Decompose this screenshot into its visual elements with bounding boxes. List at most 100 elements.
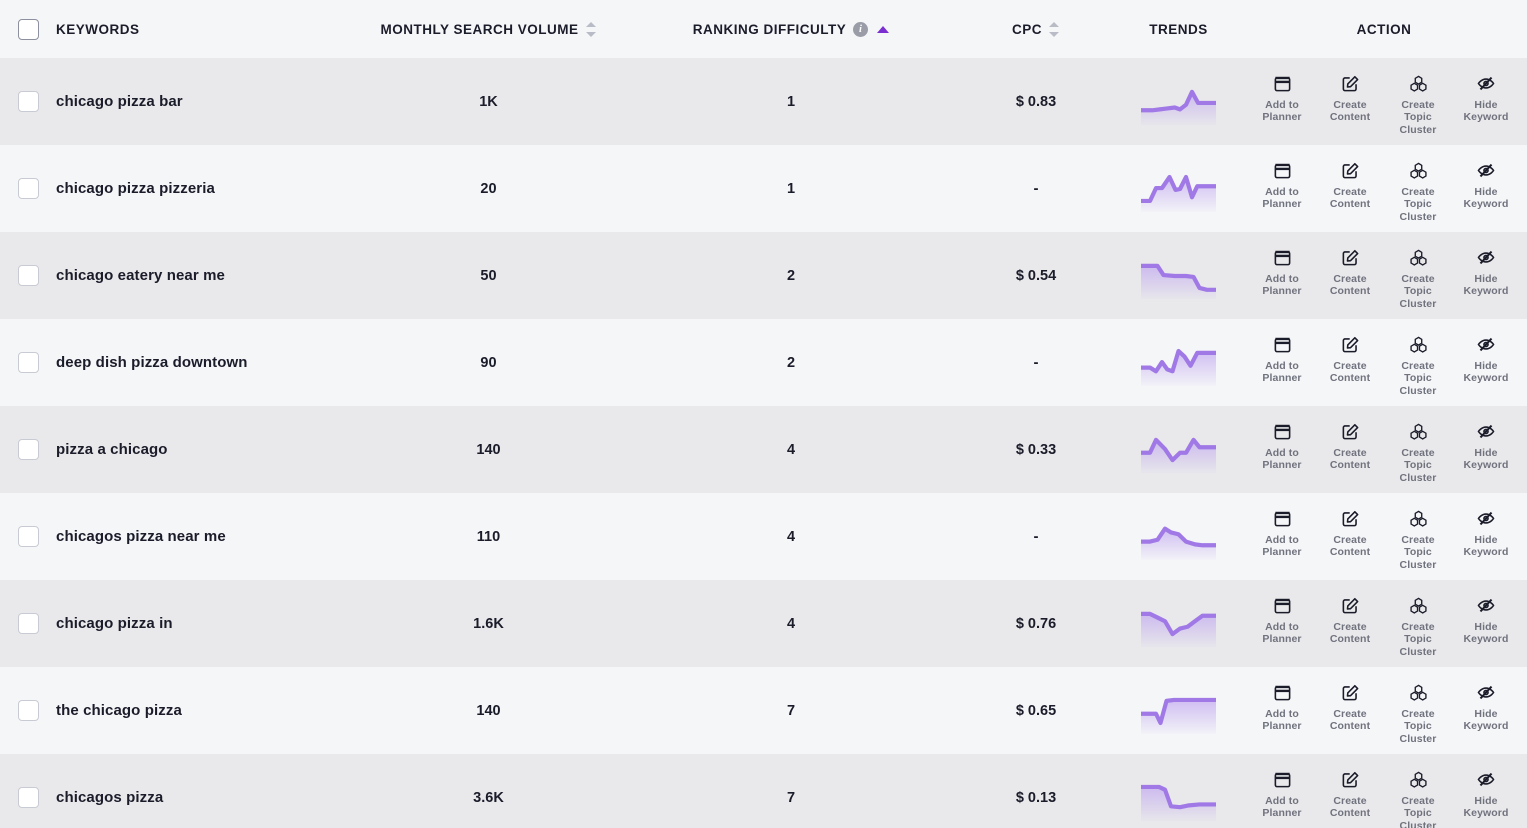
- row-checkbox[interactable]: [17, 91, 39, 112]
- create-content-button[interactable]: Create Content: [1318, 73, 1382, 124]
- add-to-planner-button[interactable]: Add to Planner: [1250, 769, 1314, 820]
- add-to-planner-label: Add to Planner: [1262, 533, 1302, 559]
- column-header-trends: TRENDS: [1116, 0, 1241, 58]
- cpc-value: -: [1033, 180, 1039, 197]
- action-button-group: Add to Planner Create Content Create Topic…: [1250, 415, 1518, 485]
- create-content-button[interactable]: Create Content: [1318, 682, 1382, 733]
- create-topic-cluster-button[interactable]: Create Topic Cluster: [1386, 421, 1450, 485]
- create-topic-cluster-button[interactable]: Create Topic Cluster: [1386, 160, 1450, 224]
- hide-keyword-button[interactable]: Hide Keyword: [1454, 73, 1518, 124]
- row-checkbox[interactable]: [17, 526, 39, 547]
- add-to-planner-button[interactable]: Add to Planner: [1250, 334, 1314, 385]
- create-topic-cluster-button[interactable]: Create Topic Cluster: [1386, 508, 1450, 572]
- hexagons-icon: [1408, 334, 1429, 356]
- keyword-cell: pizza a chicago: [56, 406, 351, 493]
- row-checkbox[interactable]: [17, 787, 39, 808]
- row-checkbox[interactable]: [17, 178, 39, 199]
- column-header-keywords[interactable]: KEYWORDS: [56, 0, 351, 58]
- add-to-planner-button[interactable]: Add to Planner: [1250, 508, 1314, 559]
- create-content-button[interactable]: Create Content: [1318, 508, 1382, 559]
- table-row[interactable]: deep dish pizza downtown 90 2 - Add to Plann…: [0, 319, 1527, 406]
- table-row[interactable]: chicagos pizza near me 110 4 - Add to Planne…: [0, 493, 1527, 580]
- keyword-text: chicago pizza in: [56, 615, 173, 632]
- table-row[interactable]: the chicago pizza 140 7 $ 0.65 Add to Planne…: [0, 667, 1527, 754]
- create-content-button[interactable]: Create Content: [1318, 595, 1382, 646]
- create-topic-cluster-label: Create Topic Cluster: [1399, 98, 1437, 136]
- add-to-planner-label: Add to Planner: [1262, 707, 1302, 733]
- create-topic-cluster-button[interactable]: Create Topic Cluster: [1386, 73, 1450, 137]
- sort-toggle-icon[interactable]: [585, 21, 597, 37]
- keyword-text: chicagos pizza near me: [56, 528, 226, 545]
- add-to-planner-button[interactable]: Add to Planner: [1250, 73, 1314, 124]
- action-button-group: Add to Planner Create Content Create Topic…: [1250, 502, 1518, 572]
- add-to-planner-button[interactable]: Add to Planner: [1250, 595, 1314, 646]
- volume-value: 140: [476, 441, 501, 458]
- keyword-cell: chicago pizza bar: [56, 58, 351, 145]
- keyword-text: chicago pizza bar: [56, 93, 183, 110]
- sort-toggle-icon[interactable]: [1049, 21, 1060, 37]
- action-button-group: Add to Planner Create Content Create Topic…: [1250, 589, 1518, 659]
- table-row[interactable]: pizza a chicago 140 4 $ 0.33 Add to Planner C…: [0, 406, 1527, 493]
- create-topic-cluster-button[interactable]: Create Topic Cluster: [1386, 682, 1450, 746]
- trend-sparkline: [1141, 166, 1216, 212]
- eye-slash-icon: [1476, 334, 1496, 356]
- create-content-button[interactable]: Create Content: [1318, 421, 1382, 472]
- hide-keyword-button[interactable]: Hide Keyword: [1454, 334, 1518, 385]
- create-topic-cluster-button[interactable]: Create Topic Cluster: [1386, 334, 1450, 398]
- hide-keyword-button[interactable]: Hide Keyword: [1454, 508, 1518, 559]
- table-row[interactable]: chicagos pizza 3.6K 7 $ 0.13 Add to Planner C…: [0, 754, 1527, 828]
- hide-keyword-label: Hide Keyword: [1463, 359, 1509, 385]
- create-content-button[interactable]: Create Content: [1318, 769, 1382, 820]
- action-cell: Add to Planner Create Content Create Topic…: [1241, 406, 1527, 493]
- add-to-planner-button[interactable]: Add to Planner: [1250, 247, 1314, 298]
- row-checkbox[interactable]: [17, 352, 39, 373]
- hide-keyword-button[interactable]: Hide Keyword: [1454, 595, 1518, 646]
- table-row[interactable]: chicago pizza pizzeria 20 1 - Add to Planner…: [0, 145, 1527, 232]
- hide-keyword-button[interactable]: Hide Keyword: [1454, 160, 1518, 211]
- cpc-cell: -: [956, 493, 1116, 580]
- create-topic-cluster-button[interactable]: Create Topic Cluster: [1386, 595, 1450, 659]
- eye-slash-icon: [1476, 595, 1496, 617]
- action-cell: Add to Planner Create Content Create Topic…: [1241, 319, 1527, 406]
- create-topic-cluster-label: Create Topic Cluster: [1399, 620, 1437, 658]
- hide-keyword-label: Hide Keyword: [1463, 446, 1509, 472]
- row-checkbox[interactable]: [17, 439, 39, 460]
- hide-keyword-button[interactable]: Hide Keyword: [1454, 421, 1518, 472]
- add-to-planner-label: Add to Planner: [1262, 98, 1302, 124]
- select-all-cell: [0, 0, 56, 58]
- eye-slash-icon: [1476, 160, 1496, 182]
- create-content-button[interactable]: Create Content: [1318, 160, 1382, 211]
- monthly-search-volume-cell: 20: [351, 145, 626, 232]
- table-row[interactable]: chicago pizza in 1.6K 4 $ 0.76 Add to Planne…: [0, 580, 1527, 667]
- table-row[interactable]: chicago pizza bar 1K 1 $ 0.83 Add to Planner…: [0, 58, 1527, 145]
- calendar-icon: [1273, 247, 1292, 269]
- add-to-planner-label: Add to Planner: [1262, 272, 1302, 298]
- hide-keyword-button[interactable]: Hide Keyword: [1454, 769, 1518, 820]
- trend-sparkline: [1141, 775, 1216, 821]
- add-to-planner-button[interactable]: Add to Planner: [1250, 421, 1314, 472]
- create-topic-cluster-button[interactable]: Create Topic Cluster: [1386, 247, 1450, 311]
- row-checkbox[interactable]: [17, 265, 39, 286]
- select-all-checkbox[interactable]: [17, 18, 39, 40]
- row-checkbox[interactable]: [17, 700, 39, 721]
- info-icon[interactable]: i: [853, 21, 869, 37]
- create-topic-cluster-button[interactable]: Create Topic Cluster: [1386, 769, 1450, 828]
- hexagons-icon: [1408, 160, 1429, 182]
- row-checkbox[interactable]: [17, 613, 39, 634]
- trend-sparkline: [1141, 688, 1216, 734]
- column-header-cpc[interactable]: CPC: [956, 0, 1116, 58]
- hide-keyword-button[interactable]: Hide Keyword: [1454, 247, 1518, 298]
- add-to-planner-button[interactable]: Add to Planner: [1250, 682, 1314, 733]
- create-content-button[interactable]: Create Content: [1318, 247, 1382, 298]
- column-header-ranking-difficulty[interactable]: RANKING DIFFICULTY i: [626, 0, 956, 58]
- trend-sparkline: [1141, 79, 1216, 125]
- sort-ascending-icon[interactable]: [877, 25, 890, 33]
- create-content-button[interactable]: Create Content: [1318, 334, 1382, 385]
- create-content-label: Create Content: [1329, 185, 1371, 211]
- table-row[interactable]: chicago eatery near me 50 2 $ 0.54 Add to Pl…: [0, 232, 1527, 319]
- action-cell: Add to Planner Create Content Create Topic…: [1241, 145, 1527, 232]
- hide-keyword-button[interactable]: Hide Keyword: [1454, 682, 1518, 733]
- trend-cell: [1116, 145, 1241, 232]
- column-header-monthly-search-volume[interactable]: MONTHLY SEARCH VOLUME: [351, 0, 626, 58]
- add-to-planner-button[interactable]: Add to Planner: [1250, 160, 1314, 211]
